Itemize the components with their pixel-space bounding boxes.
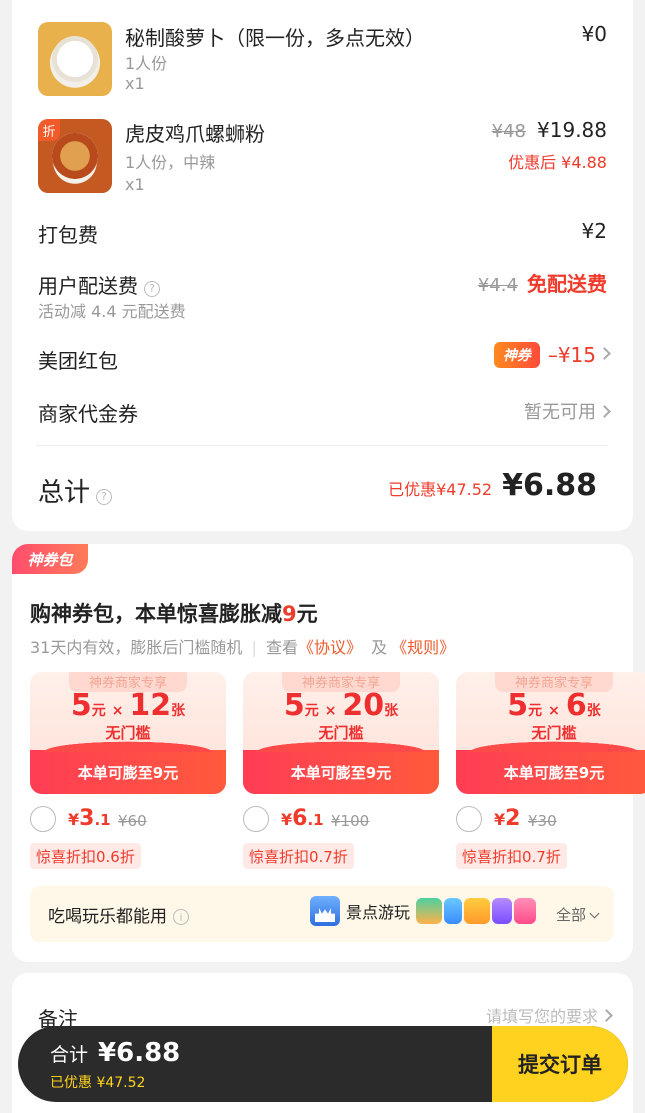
usage-scope-bar[interactable]: 吃喝玩乐都能用 i 景点游玩 全部 xyxy=(30,886,614,942)
coupon-radio[interactable] xyxy=(456,806,482,832)
bottom-total-label: 合计 xyxy=(50,1044,89,1066)
shenquan-badge: 神券 xyxy=(493,342,540,368)
coupon-price: ¥3.1 xyxy=(68,806,111,831)
total-label-row: 总计? xyxy=(38,472,113,509)
help-icon[interactable]: ? xyxy=(96,488,113,505)
coupon-amount: 5元 × 6张 xyxy=(507,688,601,723)
submit-order-button[interactable]: 提交订单 xyxy=(492,1026,628,1102)
title-number: 9 xyxy=(282,602,297,626)
item-price: ¥19.88 xyxy=(537,118,607,142)
scope-all-link[interactable]: 全部 xyxy=(555,904,600,925)
coupon-discount-tag: 惊喜折扣0.6折 xyxy=(30,843,141,869)
item-thumbnail[interactable] xyxy=(38,22,112,96)
delivery-fee-values: ¥4.4 免配送费 xyxy=(478,268,607,297)
coupon-original-price: ¥60 xyxy=(118,812,147,830)
chevron-down-icon xyxy=(589,908,600,919)
view-text: 查看 xyxy=(265,638,298,657)
coupon-pack-title: 购神券包，本单惊喜膨胀减9元 xyxy=(30,598,318,628)
item-spec: 1人份，中辣 xyxy=(125,153,216,172)
help-icon[interactable]: ? xyxy=(144,280,160,297)
coupon-price: ¥6.1 xyxy=(281,806,324,831)
delivery-fee-label: 用户配送费 xyxy=(38,274,138,298)
discount-badge: 折 xyxy=(38,119,60,141)
coupon-pack-tag: 神券包 xyxy=(12,544,88,574)
coupon-amount: 5元 × 20张 xyxy=(283,688,399,723)
chevron-right-icon xyxy=(598,346,611,360)
delivery-original-fee: ¥4.4 xyxy=(477,275,518,296)
packing-fee-value: ¥2 xyxy=(581,219,607,243)
total-label: 总计 xyxy=(38,478,91,508)
camera-icon xyxy=(464,898,491,924)
book-icon xyxy=(492,898,513,924)
total-value: ¥6.88 xyxy=(502,468,597,503)
item-qty: x1 xyxy=(125,74,145,93)
bottom-total-value: ¥6.88 xyxy=(98,1038,181,1068)
castle-icon xyxy=(310,896,340,926)
merchant-voucher-selector[interactable]: 暂无可用 xyxy=(524,398,611,424)
red-packet-selector[interactable]: 神券 –¥15 xyxy=(493,342,611,368)
tools-icon xyxy=(444,898,463,924)
coupon-discount-tag: 惊喜折扣0.7折 xyxy=(243,843,354,869)
info-icon[interactable]: i xyxy=(173,909,189,925)
red-packet-value: –¥15 xyxy=(547,343,596,367)
coupon-option-card[interactable]: 神券商家专享 5元 × 12张 无门槛 本单可膨至9元 xyxy=(30,672,226,794)
coupon-option-card[interactable]: 神券商家专享 5元 × 6张 无门槛 本单可膨至9元 xyxy=(456,672,645,794)
heart-icon xyxy=(514,898,537,924)
usage-scope-row: 吃喝玩乐都能用 i xyxy=(48,902,189,927)
red-packet-label: 美团红包 xyxy=(38,349,118,373)
free-delivery-text: 免配送费 xyxy=(527,272,607,296)
chevron-right-icon xyxy=(600,1009,613,1022)
rules-link[interactable]: 《规则》 xyxy=(391,638,455,657)
item-price-row: ¥48 ¥19.88 xyxy=(492,118,607,142)
coupon-band: 本单可膨至9元 xyxy=(243,740,439,794)
coupon-price: ¥2 xyxy=(494,806,521,831)
order-summary-card: 秘制酸萝卜（限一份，多点无效） 1人份 x1 ¥0 折 虎皮鸡爪螺蛳粉 1人份，… xyxy=(12,0,633,531)
item-original-price: ¥48 xyxy=(491,121,526,142)
coupon-discount-tag: 惊喜折扣0.7折 xyxy=(456,843,567,869)
coupon-original-price: ¥30 xyxy=(528,812,557,830)
beach-icon xyxy=(416,898,443,924)
item-qty: x1 xyxy=(125,175,145,194)
title-text: 购神券包，本单惊喜膨胀减 xyxy=(30,602,282,626)
and-text: 及 xyxy=(371,638,388,657)
item-name: 秘制酸萝卜（限一份，多点无效） xyxy=(125,26,425,50)
delivery-fee-sub: 活动减 4.4 元配送费 xyxy=(38,302,186,321)
coupon-pack-desc: 31天内有效，膨胀后门槛随机 xyxy=(30,638,243,657)
remark-placeholder: 请填写您的要求 xyxy=(485,1007,598,1026)
agreement-link[interactable]: 《协议》 xyxy=(298,638,362,657)
scope-all-text: 全部 xyxy=(555,906,586,924)
coupon-band: 本单可膨至9元 xyxy=(30,740,226,794)
bottom-saved: 已优惠 ¥47.52 xyxy=(50,1075,146,1091)
item-price: ¥0 xyxy=(581,22,607,46)
coupon-option-card[interactable]: 神券商家专享 5元 × 20张 无门槛 本单可膨至9元 xyxy=(243,672,439,794)
checkout-bar: 合计 ¥6.88 已优惠 ¥47.52 提交订单 xyxy=(18,1026,628,1102)
item-name: 虎皮鸡爪螺蛳粉 xyxy=(125,122,265,146)
packing-fee-label: 打包费 xyxy=(38,223,98,247)
delivery-fee-row: 用户配送费? xyxy=(38,270,160,299)
merchant-voucher-value: 暂无可用 xyxy=(524,402,596,423)
item-thumbnail[interactable]: 折 xyxy=(38,119,112,193)
remark-input[interactable]: 请填写您的要求 xyxy=(485,1003,613,1027)
coupon-radio[interactable] xyxy=(30,806,56,832)
total-values: 已优惠¥47.52 ¥6.88 xyxy=(388,468,597,503)
scope-icons: 景点游玩 xyxy=(310,896,538,926)
item-spec: 1人份 xyxy=(125,54,168,73)
bottom-total-row: 合计 ¥6.88 xyxy=(50,1038,180,1068)
scope-tag: 景点游玩 xyxy=(346,903,411,922)
coupon-pack-card: 神券包 购神券包，本单惊喜膨胀减9元 31天内有效，膨胀后门槛随机 | 查看《协… xyxy=(12,544,645,962)
coupon-original-price: ¥100 xyxy=(331,812,370,830)
coupon-pack-desc-row: 31天内有效，膨胀后门槛随机 | 查看《协议》 及《规则》 xyxy=(30,638,456,657)
coupon-band: 本单可膨至9元 xyxy=(456,740,645,794)
chevron-right-icon xyxy=(598,405,611,418)
title-unit: 元 xyxy=(296,602,318,626)
usage-scope-label: 吃喝玩乐都能用 xyxy=(48,907,167,927)
divider xyxy=(36,445,608,446)
item-after-discount: 优惠后 ¥4.88 xyxy=(508,153,607,172)
coupon-amount: 5元 × 12张 xyxy=(70,688,186,723)
total-saved: 已优惠¥47.52 xyxy=(388,480,493,499)
merchant-voucher-label: 商家代金券 xyxy=(38,402,138,426)
coupon-radio[interactable] xyxy=(243,806,269,832)
